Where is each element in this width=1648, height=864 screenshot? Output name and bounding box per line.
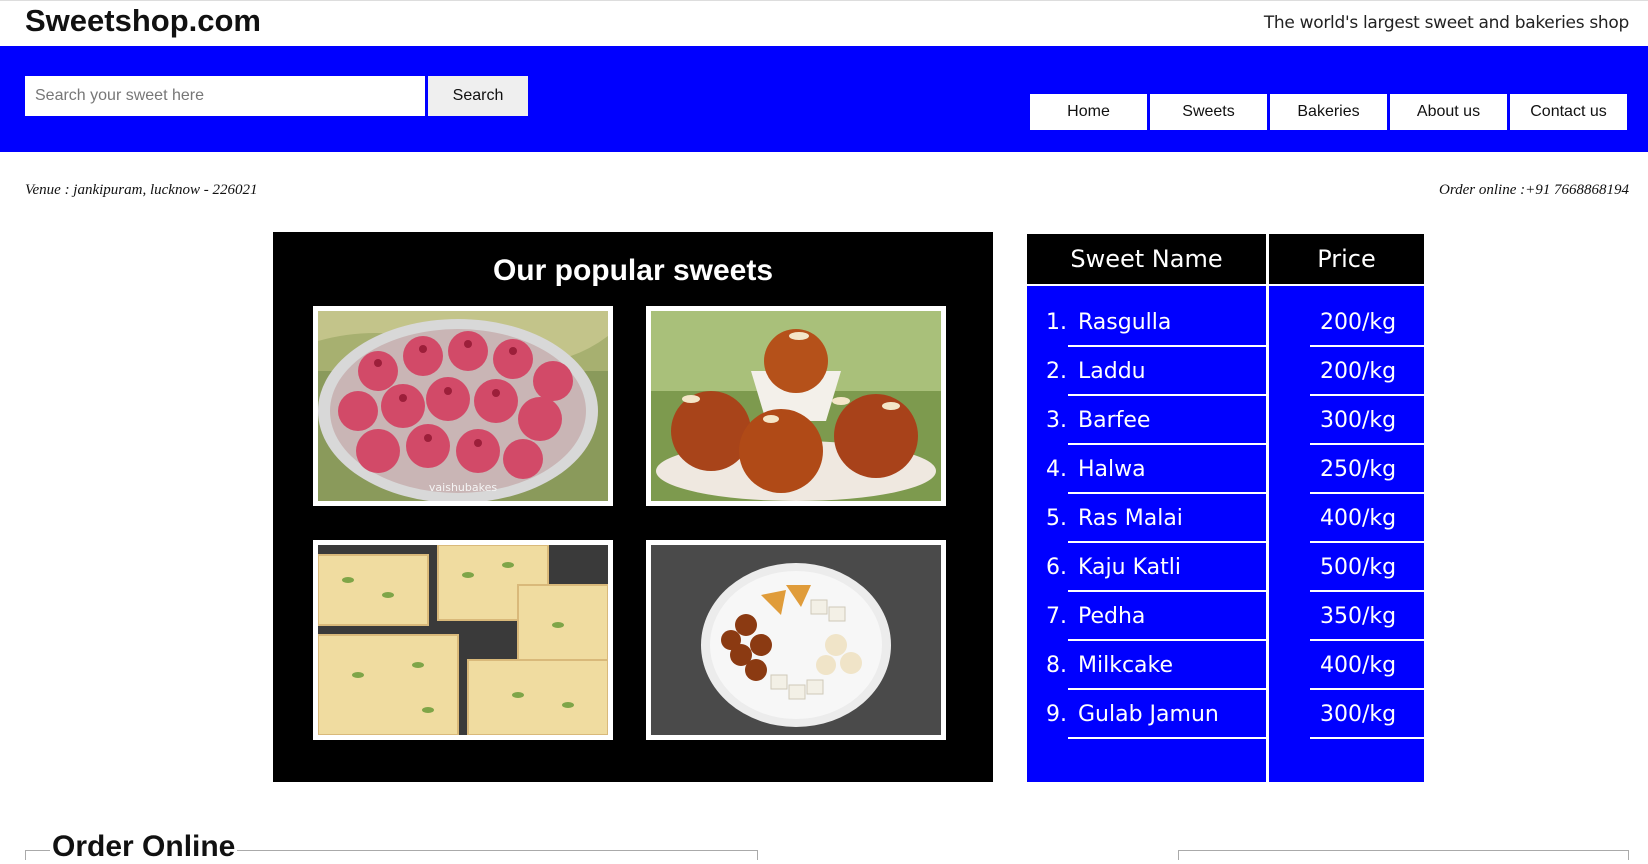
table-row-name: 5. Ras Malai — [1027, 494, 1266, 543]
gallery-title: Our popular sweets — [492, 254, 774, 287]
row-number: 2. — [1046, 359, 1067, 384]
sweet-name: Rasgulla — [1078, 310, 1172, 335]
table-row-name: 8. Milkcake — [1027, 641, 1266, 690]
table-row-name: 6. Kaju Katli — [1027, 543, 1266, 592]
sweet-price: 200/kg — [1320, 310, 1397, 335]
sweet-price: 200/kg — [1320, 359, 1397, 384]
table-row-price: 350/kg — [1269, 592, 1424, 641]
nav-item-home[interactable]: Home — [1030, 94, 1147, 130]
table-row-name: 3. Barfee — [1027, 396, 1266, 445]
row-number: 4. — [1046, 457, 1067, 482]
site-tagline: The world's largest sweet and bakeries s… — [1263, 13, 1629, 33]
sweet-name: Ras Malai — [1078, 506, 1183, 531]
row-number: 9. — [1046, 702, 1067, 727]
table-row-name: 7. Pedha — [1027, 592, 1266, 641]
table-row-price: 500/kg — [1269, 543, 1424, 592]
sweet-price: 300/kg — [1320, 408, 1397, 433]
sweet-name: Gulab Jamun — [1078, 702, 1219, 727]
search-input[interactable] — [25, 76, 425, 116]
table-row-name: 1. Rasgulla — [1027, 298, 1266, 347]
row-number: 6. — [1046, 555, 1067, 580]
popular-sweets-gallery: Our popular sweets vaishubakes — [273, 232, 993, 782]
barfi-photo — [313, 540, 613, 740]
sweet-name: Pedha — [1078, 604, 1146, 629]
column-header-price: Price — [1269, 234, 1424, 284]
venue-text: Venue : jankipuram, lucknow - 226021 — [25, 182, 258, 198]
sweet-name: Milkcake — [1078, 653, 1174, 678]
sweet-name: Laddu — [1078, 359, 1146, 384]
row-number: 1. — [1046, 310, 1067, 335]
table-row-price: 400/kg — [1269, 494, 1424, 543]
sweet-price: 500/kg — [1320, 555, 1397, 580]
table-row-price: 400/kg — [1269, 641, 1424, 690]
table-row-price: 250/kg — [1269, 445, 1424, 494]
row-number: 8. — [1046, 653, 1067, 678]
row-underline — [1068, 737, 1266, 739]
search-button[interactable]: Search — [428, 76, 528, 116]
nav-item-about-us[interactable]: About us — [1390, 94, 1507, 130]
table-row-name: 9. Gulab Jamun — [1027, 690, 1266, 739]
sweet-name: Barfee — [1078, 408, 1151, 433]
sweet-price-table: Sweet Name Price 1. Rasgulla 200/kg 2. Lad… — [1027, 234, 1424, 782]
column-header-sweet-name: Sweet Name — [1027, 234, 1266, 284]
table-row-name: 2. Laddu — [1027, 347, 1266, 396]
table-row-price: 300/kg — [1269, 690, 1424, 739]
table-row-price: 300/kg — [1269, 396, 1424, 445]
sweet-price: 300/kg — [1320, 702, 1397, 727]
table-row-name: 4. Halwa — [1027, 445, 1266, 494]
main-nav: Home Sweets Bakeries About us Contact us — [1030, 94, 1627, 130]
row-number: 3. — [1046, 408, 1067, 433]
nav-item-bakeries[interactable]: Bakeries — [1270, 94, 1387, 130]
order-online-heading: Order Online — [50, 830, 238, 864]
sweet-price: 350/kg — [1320, 604, 1397, 629]
sweet-name: Halwa — [1078, 457, 1146, 482]
table-row-price: 200/kg — [1269, 298, 1424, 347]
gulab-jamun-photo — [646, 306, 946, 506]
header-divider — [1027, 284, 1424, 286]
row-number: 5. — [1046, 506, 1067, 531]
table-row-price: 200/kg — [1269, 347, 1424, 396]
sweet-price: 400/kg — [1320, 506, 1397, 531]
order-phone-text: Order online :+91 7668868194 — [1439, 182, 1629, 198]
photo-watermark: vaishubakes — [429, 481, 497, 494]
coconut-ladoo-photo: vaishubakes — [313, 306, 613, 506]
sweet-price: 250/kg — [1320, 457, 1397, 482]
nav-item-contact-us[interactable]: Contact us — [1510, 94, 1627, 130]
sweet-name: Kaju Katli — [1078, 555, 1181, 580]
mixed-sweets-platter-photo — [646, 540, 946, 740]
row-underline — [1310, 737, 1424, 739]
top-bar: Sweetshop.com The world's largest sweet … — [0, 0, 1648, 46]
nav-item-sweets[interactable]: Sweets — [1150, 94, 1267, 130]
sweet-price: 400/kg — [1320, 653, 1397, 678]
row-number: 7. — [1046, 604, 1067, 629]
site-logo[interactable]: Sweetshop.com — [25, 3, 261, 39]
order-side-box — [1178, 850, 1629, 860]
